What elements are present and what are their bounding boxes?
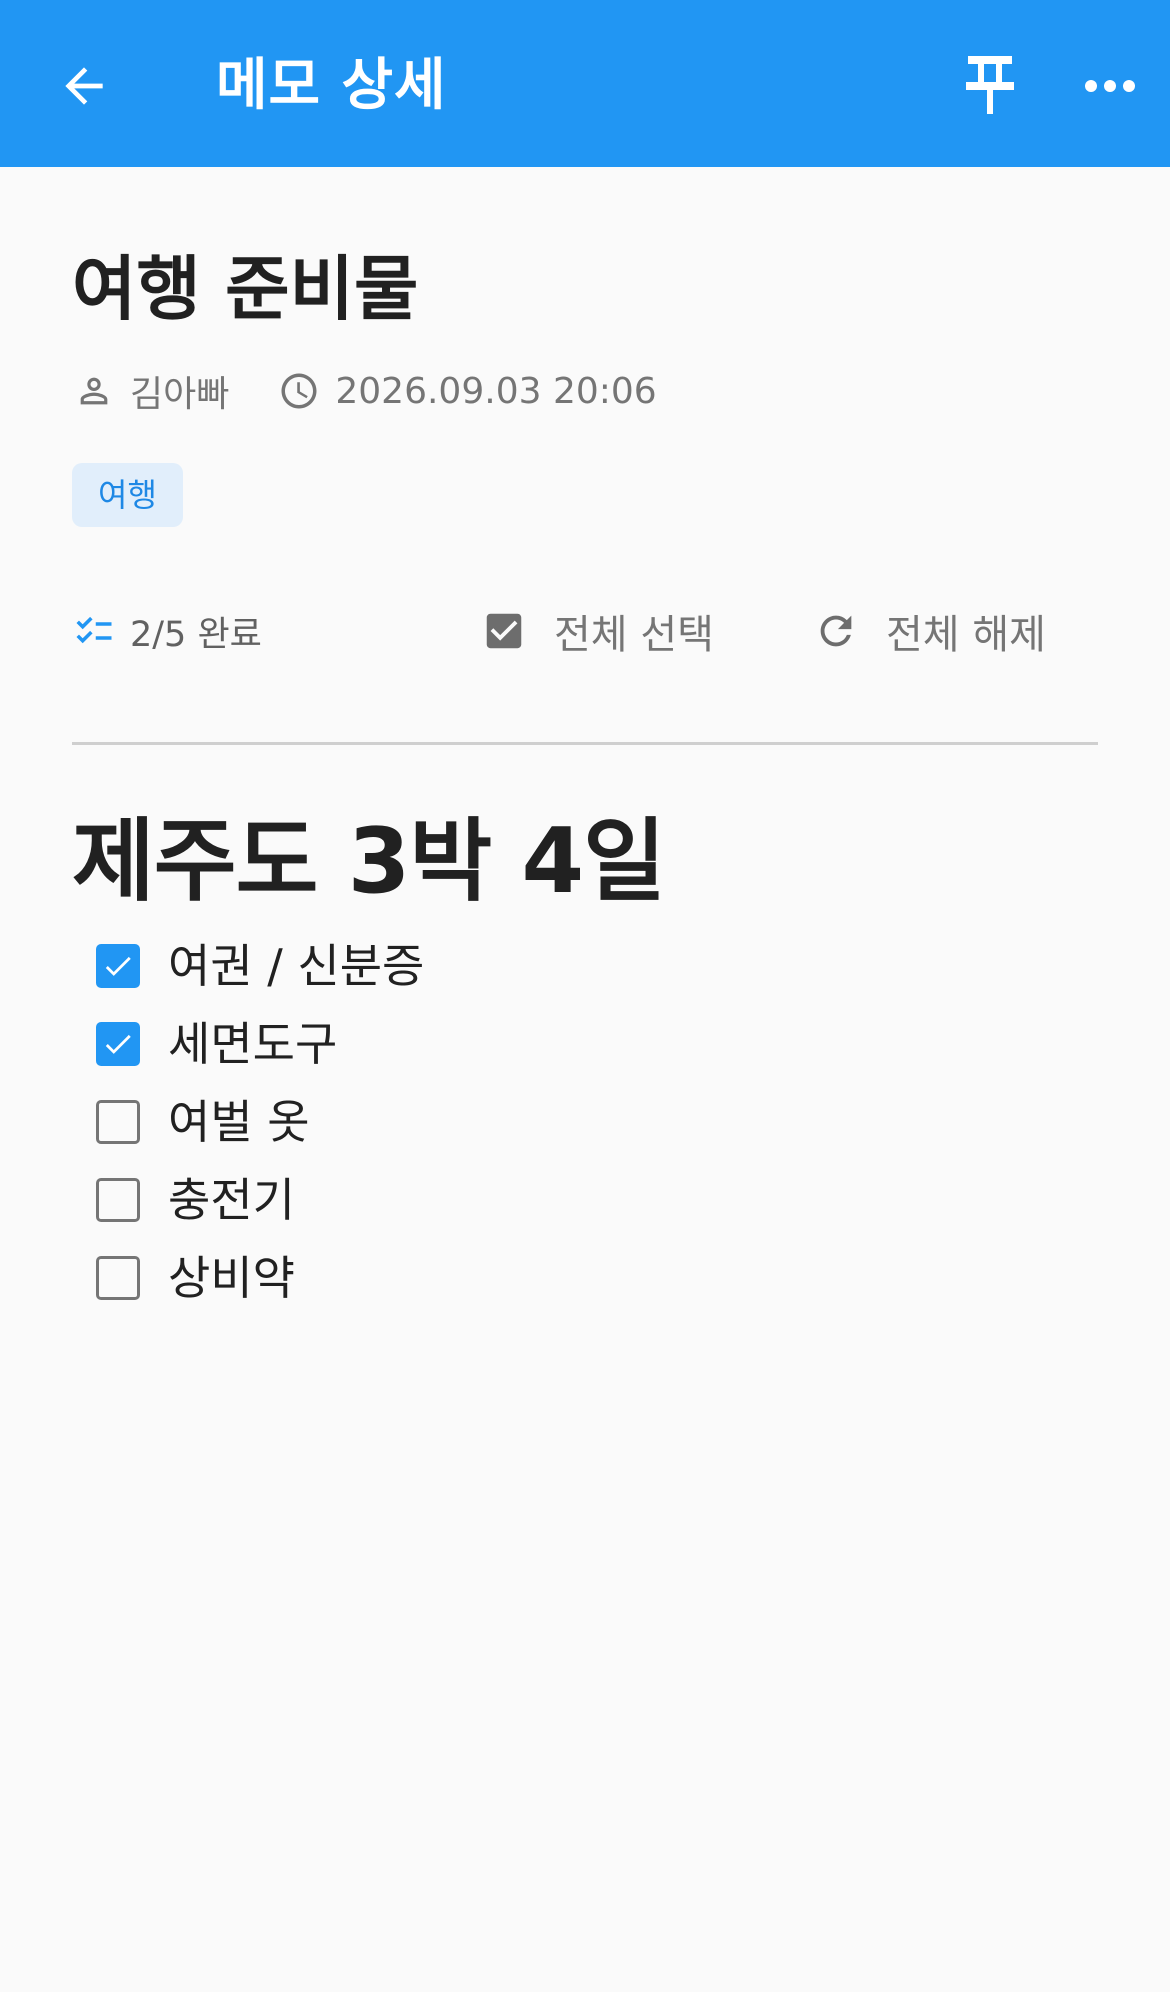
arrow-left-icon: [65, 67, 103, 105]
checkmark-icon: [105, 1034, 131, 1054]
pin-button[interactable]: [954, 46, 1026, 122]
checklist-item-label: 여벌 옷: [168, 1095, 310, 1149]
checklist-item-label: 충전기: [168, 1173, 295, 1227]
checkmark-icon: [105, 956, 131, 976]
checkbox-checked-icon: [480, 607, 528, 655]
checkbox[interactable]: [96, 1022, 140, 1066]
progress-text: 2/5 완료: [130, 614, 262, 655]
more-options-button[interactable]: [1072, 50, 1148, 122]
person-icon: [72, 369, 116, 413]
clock-icon: [277, 369, 321, 413]
clear-all-label: 전체 해제: [886, 612, 1046, 658]
checklist-item[interactable]: 여권 / 신분증: [96, 927, 1076, 1005]
memo-datetime: 2026.09.03 20:06: [335, 370, 657, 412]
tag-chip[interactable]: 여행: [72, 463, 183, 527]
checkbox[interactable]: [96, 944, 140, 988]
app-bar: 메모 상세: [0, 0, 1170, 167]
checklist-item[interactable]: 세면도구: [96, 1005, 1076, 1083]
checkbox[interactable]: [96, 1100, 140, 1144]
app-bar-title: 메모 상세: [216, 53, 447, 118]
checklist-item[interactable]: 상비약: [96, 1239, 1076, 1317]
select-all-button[interactable]: 전체 선택: [480, 591, 714, 671]
checklist-section-title: 제주도 3박 4일: [72, 809, 666, 914]
refresh-icon: [812, 607, 860, 655]
memo-author: 김아빠: [130, 374, 230, 415]
pushpin-icon: [966, 56, 1014, 114]
clear-all-button[interactable]: 전체 해제: [812, 591, 1046, 671]
divider: [72, 742, 1098, 745]
select-all-label: 전체 선택: [554, 612, 714, 658]
progress-indicator: 2/5 완료: [72, 591, 262, 671]
memo-meta: 김아빠 2026.09.03 20:06: [72, 363, 657, 419]
checklist-item-label: 상비약: [168, 1251, 295, 1305]
checkbox[interactable]: [96, 1178, 140, 1222]
checklist-item-label: 여권 / 신분증: [168, 939, 425, 993]
checklist-item-label: 세면도구: [168, 1017, 338, 1071]
back-button[interactable]: [48, 50, 120, 122]
checklist-actions: 2/5 완료 전체 선택 전체 해제: [72, 591, 1098, 671]
memo-title: 여행 준비물: [72, 248, 419, 330]
checklist-item[interactable]: 충전기: [96, 1161, 1076, 1239]
more-horizontal-icon: [1085, 80, 1135, 92]
checkbox[interactable]: [96, 1256, 140, 1300]
checklist-icon: [72, 609, 116, 653]
checklist: 여권 / 신분증 세면도구 여벌 옷 충전기 상비약: [96, 927, 1076, 1317]
checklist-item[interactable]: 여벌 옷: [96, 1083, 1076, 1161]
